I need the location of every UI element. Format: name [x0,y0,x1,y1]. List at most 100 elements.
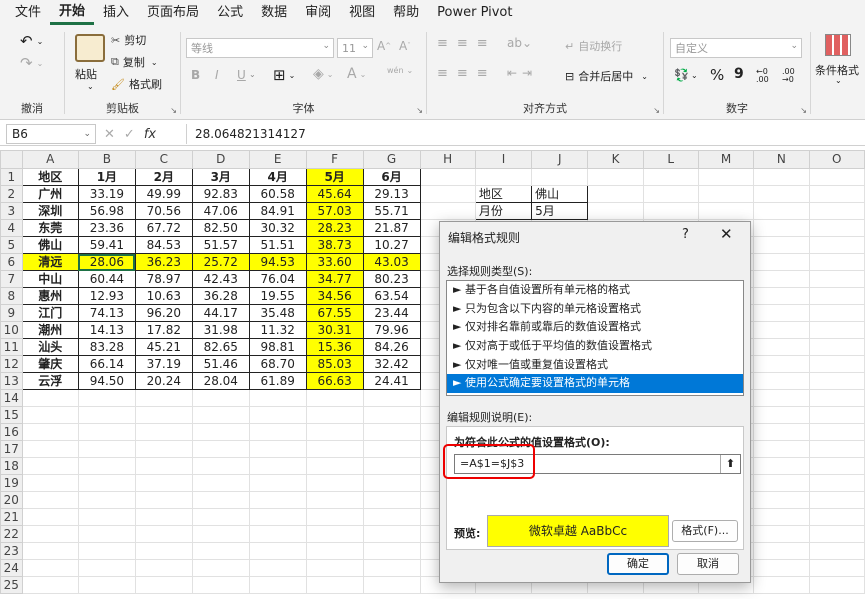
cell[interactable] [134,406,193,424]
cell[interactable]: 68.70 [248,355,307,373]
cell[interactable] [808,185,865,203]
cell[interactable] [248,508,307,526]
cell[interactable] [134,457,193,475]
row-header[interactable]: 18 [0,457,23,475]
cell[interactable]: 63.54 [362,287,421,305]
row-header[interactable]: 2 [0,185,23,203]
cell[interactable] [305,406,364,424]
cell[interactable] [419,168,476,186]
cell[interactable]: 5月 [531,202,589,220]
ok-button[interactable]: 确定 [607,553,669,575]
cell[interactable]: 47.06 [191,202,250,220]
cell[interactable] [305,491,364,509]
cell[interactable]: 79.96 [362,321,421,339]
help-icon[interactable]: ? [682,227,689,242]
cell[interactable]: 59.41 [77,236,136,254]
cell[interactable]: 28.04 [191,372,250,390]
cell[interactable] [753,355,810,373]
cell[interactable]: 49.99 [134,185,193,203]
orientation-icon[interactable]: ab⌄ [507,36,532,50]
cell[interactable] [808,287,865,305]
cell[interactable]: 92.83 [191,185,250,203]
rule-type-item[interactable]: ► 仅对高于或低于平均值的数值设置格式 [447,337,743,356]
row-header[interactable]: 6 [0,253,23,271]
cell[interactable] [305,457,364,475]
column-header[interactable]: O [808,150,865,169]
horizontal-align-icons[interactable]: ≡≡≡ [437,66,497,81]
column-header[interactable]: B [77,150,136,169]
cell[interactable]: 1月 [77,168,136,186]
cell[interactable] [753,304,810,322]
cell[interactable] [753,372,810,390]
cell[interactable] [21,389,79,407]
cell[interactable] [642,185,699,203]
cell[interactable] [753,389,810,407]
indent-icons[interactable]: ⇤⇥ [507,66,537,80]
cell[interactable] [248,542,307,560]
column-header[interactable]: H [419,150,476,169]
cell[interactable] [305,508,364,526]
cell[interactable] [77,491,136,509]
column-header[interactable]: C [134,150,193,169]
cancel-button[interactable]: 取消 [677,553,739,575]
rule-type-item[interactable]: ► 基于各自值设置所有单元格的格式 [447,281,743,300]
cell[interactable] [191,559,250,577]
cell[interactable] [642,202,699,220]
cell[interactable] [753,202,810,220]
cell[interactable] [808,542,865,560]
cell[interactable]: 25.72 [191,253,250,271]
cell[interactable] [362,576,421,594]
cell[interactable] [753,559,810,577]
cell[interactable] [753,440,810,458]
column-header[interactable]: L [642,150,699,169]
cell[interactable] [419,185,476,203]
cell[interactable] [77,508,136,526]
cell[interactable] [753,576,810,594]
cut-button[interactable]: ✂ 剪切 [111,32,146,48]
cell[interactable]: 44.17 [191,304,250,322]
cell[interactable] [248,559,307,577]
cell[interactable]: 23.44 [362,304,421,322]
cell[interactable] [305,440,364,458]
cell[interactable]: 中山 [21,270,79,288]
cell[interactable] [248,457,307,475]
alignment-launcher-icon[interactable]: ↘ [653,106,660,115]
cell[interactable]: 70.56 [134,202,193,220]
cell[interactable]: 15.36 [305,338,364,356]
cell[interactable] [134,542,193,560]
cell[interactable] [753,338,810,356]
cell[interactable] [808,491,865,509]
cell[interactable] [808,270,865,288]
cell[interactable] [808,202,865,220]
cell[interactable] [21,406,79,424]
conditional-format-icon[interactable] [825,34,851,56]
cell[interactable]: 19.55 [248,287,307,305]
cell[interactable] [362,457,421,475]
cell[interactable] [362,423,421,441]
cell[interactable] [21,423,79,441]
cell[interactable] [808,508,865,526]
cell[interactable] [753,508,810,526]
enter-icon[interactable]: ✓ [124,127,135,142]
cell[interactable]: 14.13 [77,321,136,339]
cell[interactable]: 12.93 [77,287,136,305]
menu-7[interactable]: 审阅 [296,0,340,26]
cell[interactable] [191,474,250,492]
cell[interactable]: 5月 [305,168,364,186]
cell[interactable] [362,542,421,560]
cell[interactable]: 清远 [21,253,79,271]
cell[interactable] [134,559,193,577]
cell[interactable] [753,406,810,424]
cell[interactable] [753,542,810,560]
cell[interactable] [77,406,136,424]
cell[interactable] [77,542,136,560]
cell[interactable]: 30.31 [305,321,364,339]
cell[interactable] [808,168,865,186]
cell[interactable]: 78.97 [134,270,193,288]
cell[interactable]: 36.28 [191,287,250,305]
cell[interactable]: 55.71 [362,202,421,220]
cell[interactable] [642,168,699,186]
cell[interactable] [362,491,421,509]
cell[interactable] [21,457,79,475]
cell[interactable] [362,474,421,492]
